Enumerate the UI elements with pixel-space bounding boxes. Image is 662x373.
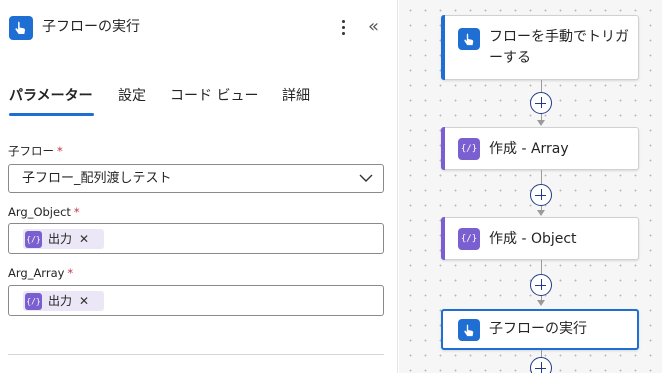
panel-title: 子フローの実行 (42, 19, 140, 35)
token-label: 出力 (48, 232, 73, 246)
arg-array-input[interactable]: {/} 出力 ✕ (8, 285, 384, 316)
flow-designer-canvas[interactable]: フローを手動でトリガ ーする {/} 作成 - Array {/} 作成 - O… (399, 0, 662, 373)
add-step-button[interactable] (530, 92, 552, 114)
child-flow-label: 子フロー * (8, 144, 63, 158)
connector-arrow (537, 120, 545, 126)
action-details-panel: 子フローの実行 « パラメーター 設定 コード ビュー 詳細 子フロー * 子フロ… (0, 0, 398, 373)
connector-line (541, 170, 542, 184)
dynamic-content-token[interactable]: {/} 出力 ✕ (23, 291, 104, 311)
node-accent (441, 217, 445, 260)
add-step-button[interactable] (530, 357, 552, 373)
remove-token-icon[interactable]: ✕ (79, 231, 89, 247)
connector-line (541, 80, 542, 92)
manual-trigger-icon (458, 319, 480, 341)
tab-code-view[interactable]: コード ビュー (170, 86, 258, 106)
arg-object-label: Arg_Object * (8, 205, 80, 219)
active-tab-indicator (9, 113, 94, 116)
arg-object-input[interactable]: {/} 出力 ✕ (8, 223, 384, 254)
chevron-double-left-icon[interactable]: « (368, 15, 388, 39)
node-accent (441, 127, 445, 170)
compose-icon: {/} (458, 138, 480, 160)
remove-token-icon[interactable]: ✕ (79, 293, 89, 309)
chevron-down-icon (359, 174, 373, 182)
run-child-flow-node[interactable]: 子フローの実行 (441, 309, 639, 350)
divider (8, 354, 384, 355)
required-mark: * (67, 266, 74, 280)
add-step-button[interactable] (530, 274, 552, 296)
add-step-button[interactable] (530, 184, 552, 206)
child-flow-value: 子フロー_配列渡しテスト (22, 171, 172, 186)
compose-icon: {/} (25, 230, 42, 248)
tab-details[interactable]: 詳細 (282, 86, 310, 106)
connector-arrow (537, 300, 545, 306)
node-accent (441, 15, 445, 80)
manual-trigger-icon (458, 28, 480, 50)
token-label: 出力 (48, 294, 73, 308)
dynamic-content-token[interactable]: {/} 出力 ✕ (23, 229, 104, 249)
tab-settings[interactable]: 設定 (118, 86, 146, 106)
compose-icon: {/} (458, 228, 480, 250)
compose-array-node[interactable]: {/} 作成 - Array (441, 127, 639, 170)
required-mark: * (73, 205, 80, 219)
compose-icon: {/} (25, 292, 42, 310)
more-vertical-icon[interactable] (336, 16, 350, 38)
tab-parameters[interactable]: パラメーター (9, 86, 93, 106)
node-title: 作成 - Array (489, 141, 569, 157)
trigger-node[interactable]: フローを手動でトリガ ーする (441, 15, 639, 80)
child-flow-select[interactable]: 子フロー_配列渡しテスト (8, 164, 384, 193)
required-mark: * (57, 144, 63, 158)
connector-line (541, 260, 542, 274)
node-title: フローを手動でトリガ ーする (489, 29, 629, 66)
node-title: 作成 - Object (489, 231, 577, 247)
connector-arrow (537, 210, 545, 216)
node-title: 子フローの実行 (489, 321, 587, 337)
arg-array-label: Arg_Array * (8, 266, 74, 280)
compose-object-node[interactable]: {/} 作成 - Object (441, 217, 639, 260)
manual-trigger-icon (9, 16, 33, 40)
